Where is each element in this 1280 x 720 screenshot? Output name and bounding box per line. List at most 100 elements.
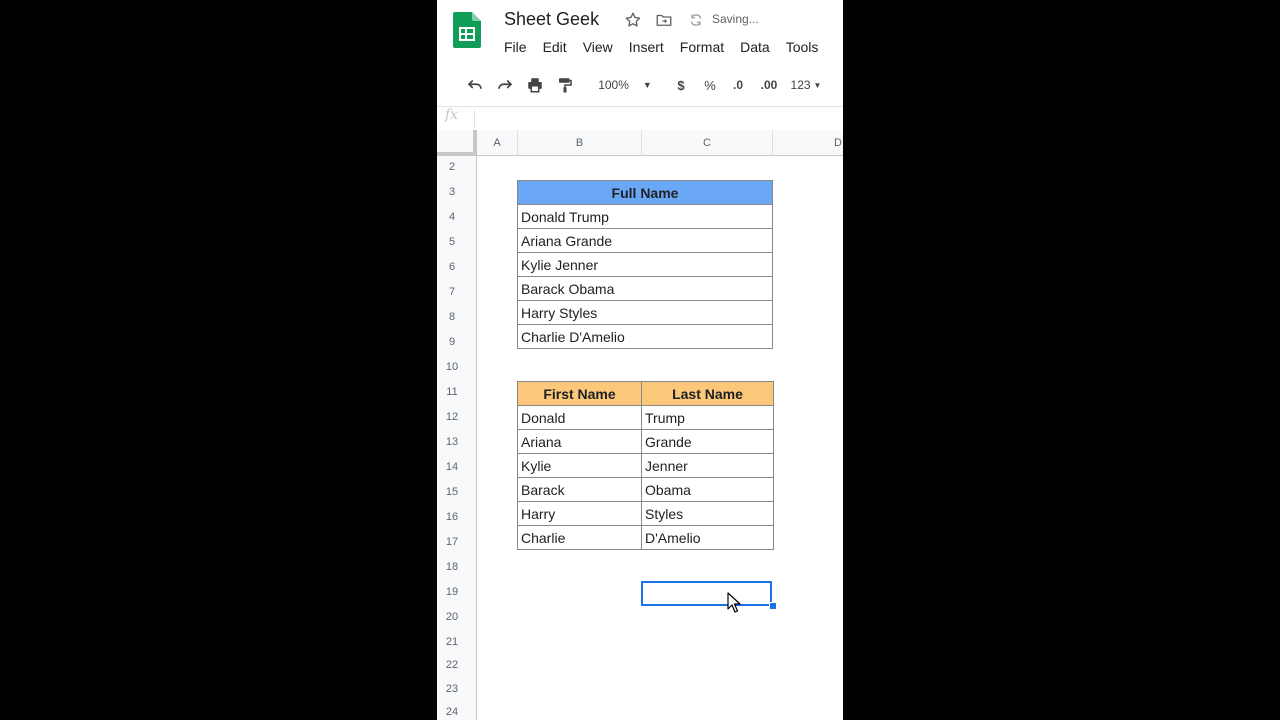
saving-status: Saving... <box>712 12 759 26</box>
row-header-10[interactable]: 10 <box>437 361 467 373</box>
row-header-17[interactable]: 17 <box>437 536 467 548</box>
table-cell[interactable]: Barack Obama <box>517 276 773 301</box>
row-header-24[interactable]: 24 <box>437 706 467 718</box>
row-header-21[interactable]: 21 <box>437 636 467 648</box>
menu-data[interactable]: Data <box>740 38 770 56</box>
redo-icon <box>498 79 513 89</box>
move-to-folder-icon[interactable] <box>655 11 673 29</box>
table-row: Donald Trump <box>517 204 773 229</box>
row-header-20[interactable]: 20 <box>437 611 467 623</box>
fill-handle[interactable] <box>769 602 777 610</box>
menu-format[interactable]: Format <box>680 38 724 56</box>
table-row: Charlie D'Amelio <box>517 324 773 349</box>
row-headers: 2 3 4 5 6 7 8 9 10 11 12 13 14 15 16 17 … <box>437 156 477 720</box>
first-name-cell[interactable]: Barack <box>517 477 642 502</box>
sync-icon <box>690 14 702 26</box>
star-icon[interactable] <box>624 11 642 29</box>
increase-decimal-button[interactable]: .00 <box>755 74 783 96</box>
full-name-table: Full Name Donald Trump Ariana Grande Kyl… <box>517 180 773 349</box>
table-row: Harry Styles <box>517 501 774 526</box>
more-formats-label: 123 <box>790 78 811 92</box>
print-button[interactable] <box>524 74 546 96</box>
table-row: Ariana Grande <box>517 429 774 454</box>
table-row: Ariana Grande <box>517 228 773 253</box>
table-cell[interactable]: Harry Styles <box>517 300 773 325</box>
first-name-header[interactable]: First Name <box>517 381 642 406</box>
formula-bar-divider <box>474 110 475 128</box>
row-header-22[interactable]: 22 <box>437 659 467 671</box>
redo-button[interactable] <box>494 74 516 96</box>
split-name-table: First Name Last Name Donald Trump Ariana… <box>517 381 774 550</box>
full-name-header[interactable]: Full Name <box>517 180 773 205</box>
sheets-app: Sheet Geek Saving... File Edit View Inse… <box>437 0 843 720</box>
undo-button[interactable] <box>464 74 486 96</box>
row-header-5[interactable]: 5 <box>437 236 467 248</box>
menu-bar: File Edit View Insert Format Data Tools <box>504 38 834 56</box>
row-header-15[interactable]: 15 <box>437 486 467 498</box>
first-name-cell[interactable]: Kylie <box>517 453 642 478</box>
row-header-18[interactable]: 18 <box>437 561 467 573</box>
table-cell[interactable]: Ariana Grande <box>517 228 773 253</box>
column-header-b[interactable]: B <box>518 130 642 156</box>
last-name-cell[interactable]: Trump <box>641 405 774 430</box>
print-icon <box>528 78 542 93</box>
paint-format-button[interactable] <box>554 74 576 96</box>
row-header-12[interactable]: 12 <box>437 411 467 423</box>
first-name-cell[interactable]: Donald <box>517 405 642 430</box>
row-header-3[interactable]: 3 <box>437 186 467 198</box>
last-name-cell[interactable]: Obama <box>641 477 774 502</box>
more-formats-button[interactable]: 123 ▼ <box>786 74 826 96</box>
decrease-decimal-button[interactable]: .0 <box>726 74 750 96</box>
dropdown-arrow-icon: ▼ <box>642 80 652 90</box>
table-row: Harry Styles <box>517 300 773 325</box>
row-header-16[interactable]: 16 <box>437 511 467 523</box>
paint-format-icon <box>559 78 572 93</box>
row-header-7[interactable]: 7 <box>437 286 467 298</box>
column-header-d[interactable]: D <box>773 130 843 156</box>
row-header-11[interactable]: 11 <box>437 386 467 398</box>
row-header-2[interactable]: 2 <box>437 161 467 173</box>
table-row: Charlie D'Amelio <box>517 525 774 550</box>
row-header-4[interactable]: 4 <box>437 211 467 223</box>
zoom-value: 100% <box>598 78 629 92</box>
table-row: Barack Obama <box>517 477 774 502</box>
last-name-cell[interactable]: D'Amelio <box>641 525 774 550</box>
first-name-cell[interactable]: Ariana <box>517 429 642 454</box>
row-header-6[interactable]: 6 <box>437 261 467 273</box>
table-cell[interactable]: Donald Trump <box>517 204 773 229</box>
column-header-c[interactable]: C <box>642 130 773 156</box>
row-header-8[interactable]: 8 <box>437 311 467 323</box>
last-name-header[interactable]: Last Name <box>641 381 774 406</box>
table-row: Kylie Jenner <box>517 252 773 277</box>
menu-edit[interactable]: Edit <box>543 38 567 56</box>
last-name-cell[interactable]: Styles <box>641 501 774 526</box>
row-header-23[interactable]: 23 <box>437 683 467 695</box>
row-header-14[interactable]: 14 <box>437 461 467 473</box>
table-cell[interactable]: Charlie D'Amelio <box>517 324 773 349</box>
table-row: Donald Trump <box>517 405 774 430</box>
menu-insert[interactable]: Insert <box>629 38 664 56</box>
row-header-19[interactable]: 19 <box>437 586 467 598</box>
document-title[interactable]: Sheet Geek <box>504 9 599 30</box>
row-header-13[interactable]: 13 <box>437 436 467 448</box>
dropdown-arrow-icon: ▼ <box>813 80 822 90</box>
currency-button[interactable]: $ <box>671 74 691 96</box>
table-row: Barack Obama <box>517 276 773 301</box>
google-sheets-logo-icon[interactable] <box>453 12 481 48</box>
percent-button[interactable]: % <box>700 74 720 96</box>
select-all-corner[interactable] <box>437 130 477 156</box>
table-cell[interactable]: Kylie Jenner <box>517 252 773 277</box>
row-header-9[interactable]: 9 <box>437 336 467 348</box>
column-header-a[interactable]: A <box>477 130 518 156</box>
selected-cell[interactable] <box>641 581 772 606</box>
menu-file[interactable]: File <box>504 38 527 56</box>
first-name-cell[interactable]: Harry <box>517 501 642 526</box>
menu-tools[interactable]: Tools <box>786 38 819 56</box>
first-name-cell[interactable]: Charlie <box>517 525 642 550</box>
table-header-row: Full Name <box>517 180 773 205</box>
menu-view[interactable]: View <box>583 38 613 56</box>
last-name-cell[interactable]: Jenner <box>641 453 774 478</box>
zoom-select[interactable]: 100% ▼ <box>595 74 655 96</box>
undo-icon <box>467 79 482 89</box>
last-name-cell[interactable]: Grande <box>641 429 774 454</box>
